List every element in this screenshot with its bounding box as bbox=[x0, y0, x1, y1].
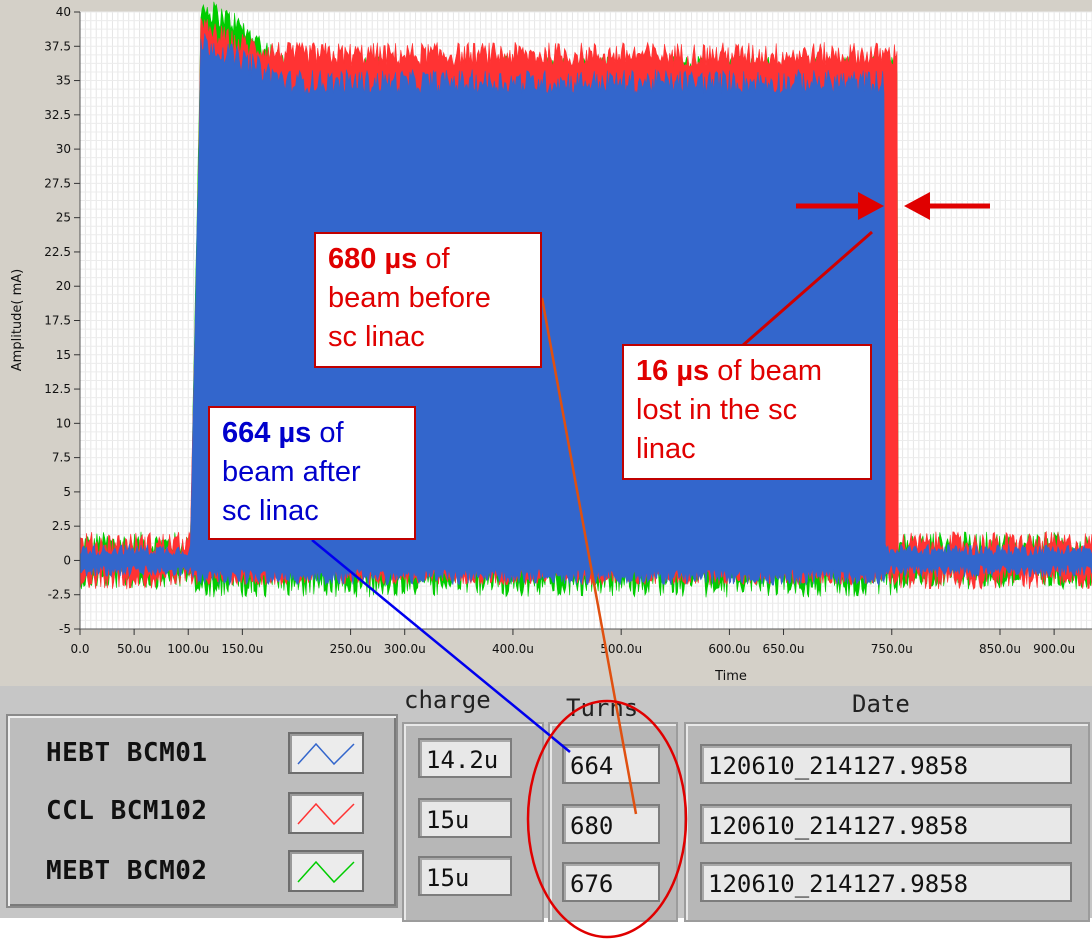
legend-name-mebt: MEBT BCM02 bbox=[46, 856, 208, 886]
callout-after-text1: of bbox=[311, 417, 344, 449]
x-tick-label: 300.0u bbox=[384, 642, 426, 656]
turns-field-hebt[interactable]: 664 bbox=[562, 744, 660, 784]
x-tick-label: 150.0u bbox=[221, 642, 263, 656]
y-tick-label: 30 bbox=[56, 142, 71, 156]
x-axis-label: Time bbox=[714, 669, 747, 684]
y-tick-label: 7.5 bbox=[52, 451, 71, 465]
x-tick-label: 0.0 bbox=[70, 642, 89, 656]
date-header: Date bbox=[852, 690, 910, 718]
y-tick-label: 5 bbox=[63, 485, 71, 499]
callout-before-value: 680 µs bbox=[328, 243, 418, 275]
x-tick-label: 100.0u bbox=[167, 642, 209, 656]
turns-header: Turns bbox=[566, 694, 639, 722]
callout-lost-value: 16 µs bbox=[636, 355, 710, 387]
x-tick-label: 400.0u bbox=[492, 642, 534, 656]
date-field-hebt[interactable]: 120610_214127.9858 bbox=[700, 744, 1072, 784]
y-tick-label: 17.5 bbox=[44, 314, 71, 328]
x-tick-label: 600.0u bbox=[708, 642, 750, 656]
legend-line-mebt bbox=[297, 860, 355, 884]
callout-before-text2: beam before bbox=[328, 282, 491, 314]
callout-lost-text2: lost in the sc bbox=[636, 394, 798, 426]
y-tick-label: 22.5 bbox=[44, 245, 71, 259]
x-tick-label: 850.0u bbox=[979, 642, 1021, 656]
callout-after-value: 664 µs bbox=[222, 417, 312, 449]
legend-swatch-mebt[interactable] bbox=[288, 850, 364, 892]
charge-field-mebt[interactable]: 15u bbox=[418, 856, 512, 896]
charge-header: charge bbox=[404, 686, 491, 714]
legend-swatch-ccl[interactable] bbox=[288, 792, 364, 834]
y-axis-label: Amplitude( mA) bbox=[10, 269, 25, 371]
date-field-mebt[interactable]: 120610_214127.9858 bbox=[700, 862, 1072, 902]
callout-before-sc-linac: 680 µs of beam before sc linac bbox=[314, 232, 542, 368]
turns-field-ccl[interactable]: 680 bbox=[562, 804, 660, 844]
y-ticks: 40 37.5 35 32.5 30 27.5 25 22.5 20 17.5 15 12.5 10 7.… bbox=[44, 5, 80, 636]
callout-before-text3: sc linac bbox=[328, 321, 425, 353]
x-ticks: 0.0 50.0u 100.0u 150.0u 250.0u 300.0u 400.0u 50… bbox=[70, 629, 1075, 656]
callout-after-text3: sc linac bbox=[222, 495, 319, 527]
x-tick-label: 250.0u bbox=[330, 642, 372, 656]
waveform-chart: 40 37.5 35 32.5 30 27.5 25 22.5 20 17.5 15 12.5 10 7.… bbox=[10, 1, 1092, 684]
legend-line-hebt bbox=[297, 742, 355, 766]
y-tick-label: -5 bbox=[59, 622, 71, 636]
y-tick-label: 10 bbox=[56, 416, 71, 430]
y-tick-label: 2.5 bbox=[52, 519, 71, 533]
callout-lost-text1: of beam bbox=[709, 355, 822, 387]
callout-before-text1: of bbox=[417, 243, 450, 275]
x-tick-label: 750.0u bbox=[871, 642, 913, 656]
x-tick-label: 900.0u bbox=[1033, 642, 1075, 656]
charge-field-ccl[interactable]: 15u bbox=[418, 798, 512, 838]
y-tick-label: 15 bbox=[56, 348, 71, 362]
legend-line-ccl bbox=[297, 802, 355, 826]
legend-name-hebt: HEBT BCM01 bbox=[46, 738, 208, 768]
x-tick-label: 500.0u bbox=[600, 642, 642, 656]
y-tick-label: 25 bbox=[56, 211, 71, 225]
x-tick-label: 650.0u bbox=[763, 642, 805, 656]
y-tick-label: 37.5 bbox=[44, 39, 71, 53]
y-tick-label: 40 bbox=[56, 5, 71, 19]
x-tick-label: 50.0u bbox=[117, 642, 151, 656]
legend-name-ccl: CCL BCM102 bbox=[46, 796, 208, 826]
legend: HEBT BCM01 CCL BCM102 MEBT BCM02 bbox=[6, 714, 398, 908]
legend-swatch-hebt[interactable] bbox=[288, 732, 364, 774]
callout-lost-in-sc-linac: 16 µs of beam lost in the sc linac bbox=[622, 344, 872, 480]
callout-lost-text3: linac bbox=[636, 433, 696, 465]
y-tick-label: 32.5 bbox=[44, 108, 71, 122]
callout-after-text2: beam after bbox=[222, 456, 361, 488]
callout-after-sc-linac: 664 µs of beam after sc linac bbox=[208, 406, 416, 540]
turns-field-mebt[interactable]: 676 bbox=[562, 862, 660, 902]
bcm-panel: HEBT BCM01 CCL BCM102 MEBT BCM02 charge … bbox=[0, 686, 1092, 949]
y-tick-label: 12.5 bbox=[44, 382, 71, 396]
charge-field-hebt[interactable]: 14.2u bbox=[418, 738, 512, 778]
y-tick-label: 20 bbox=[56, 279, 71, 293]
date-field-ccl[interactable]: 120610_214127.9858 bbox=[700, 804, 1072, 844]
y-tick-label: -2.5 bbox=[48, 588, 71, 602]
chart-area: 40 37.5 35 32.5 30 27.5 25 22.5 20 17.5 15 12.5 10 7.… bbox=[0, 0, 1092, 686]
y-tick-label: 35 bbox=[56, 74, 71, 88]
y-tick-label: 27.5 bbox=[44, 176, 71, 190]
y-tick-label: 0 bbox=[63, 553, 71, 567]
